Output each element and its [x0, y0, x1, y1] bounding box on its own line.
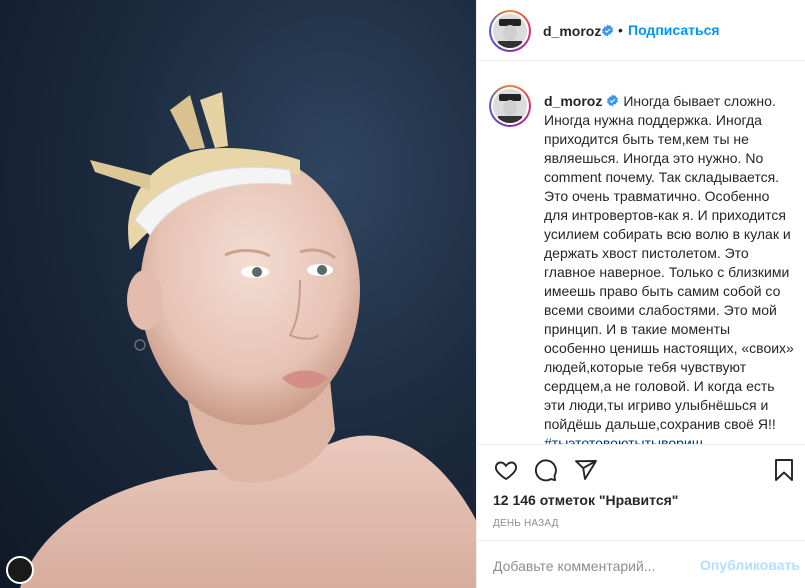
avatar-portrait-icon [493, 89, 527, 123]
caption-text: Иногда бывает сложно. Иногда нужна подде… [544, 93, 794, 432]
portrait-image [20, 92, 476, 588]
save-button[interactable] [770, 456, 798, 484]
author-avatar[interactable] [489, 10, 531, 52]
publish-button[interactable]: Опубликовать [700, 557, 800, 573]
post-caption: d_moroz Иногда бывает сложно. Иногда нуж… [544, 92, 794, 444]
post-actions: 12 146 отметок "Нравится" ДЕНЬ НАЗАД [477, 444, 805, 540]
comment-button[interactable] [532, 456, 560, 484]
follow-button[interactable]: Подписаться [628, 22, 720, 38]
comment-form: Опубликовать [477, 540, 805, 588]
caption-author-avatar[interactable] [489, 85, 531, 127]
author-username[interactable]: d_moroz [543, 23, 601, 39]
heart-icon [494, 461, 518, 481]
post-timestamp[interactable]: ДЕНЬ НАЗАД [493, 518, 559, 529]
post-side-panel: d_moroz • Подписаться d_moroz Иногда быв [476, 0, 805, 588]
paper-plane-icon [575, 460, 597, 480]
verified-badge-icon [602, 24, 613, 37]
caption-area[interactable]: d_moroz Иногда бывает сложно. Иногда нуж… [477, 77, 805, 444]
verified-badge-icon [607, 94, 619, 107]
like-button[interactable] [492, 456, 520, 484]
caption-author-username[interactable]: d_moroz [544, 93, 602, 109]
corner-avatar[interactable] [6, 556, 34, 584]
separator-dot: • [618, 22, 623, 38]
avatar-portrait-icon [493, 14, 527, 48]
likes-count[interactable]: 12 146 отметок "Нравится" [493, 492, 678, 508]
post-photo[interactable] [0, 0, 476, 588]
caption-hashtag[interactable]: #тыэтотовоютытыворищ [544, 434, 794, 444]
comment-bubble-icon [534, 459, 557, 482]
bookmark-icon [775, 459, 793, 481]
post-header: d_moroz • Подписаться [477, 0, 805, 61]
comment-input[interactable] [493, 556, 693, 576]
share-button[interactable] [572, 456, 600, 484]
